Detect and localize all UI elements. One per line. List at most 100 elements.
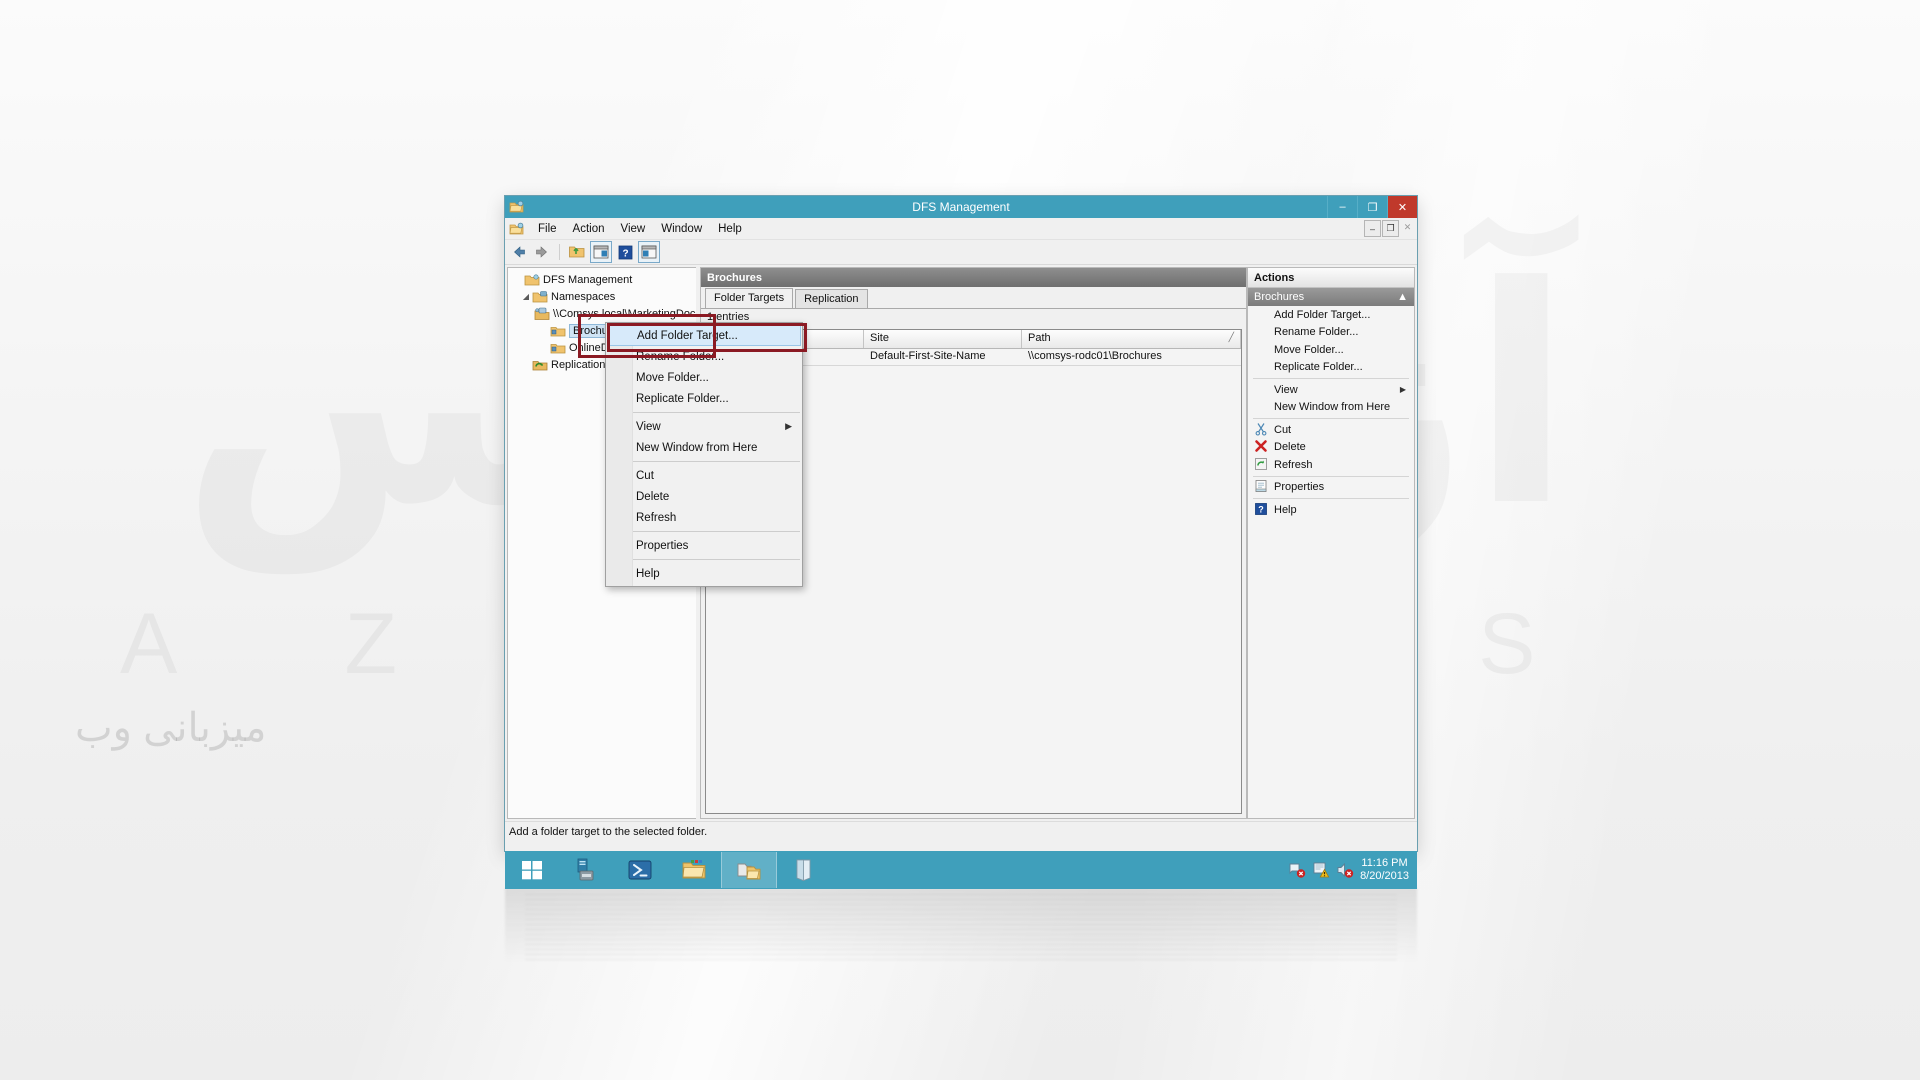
tree-node-label: Namespaces — [551, 290, 616, 303]
action-center-warning-icon[interactable] — [1312, 861, 1330, 879]
action-move-folder[interactable]: Move Folder... — [1248, 341, 1414, 359]
action-rename-folder[interactable]: Rename Folder... — [1248, 324, 1414, 342]
properties-icon — [1254, 479, 1270, 495]
context-menu-item-properties[interactable]: Properties — [606, 535, 802, 556]
toolbar: ? — [505, 240, 1417, 265]
start-button[interactable] — [505, 852, 559, 888]
context-menu-item-move-folder[interactable]: Move Folder... — [606, 367, 802, 388]
mdi-window-controls: – ❐ ✕ — [1364, 220, 1415, 237]
close-button[interactable]: ✕ — [1387, 196, 1417, 218]
context-menu-item-new-window-from-here[interactable]: New Window from Here — [606, 437, 802, 458]
actions-group-label: Brochures — [1254, 291, 1305, 303]
minimize-button[interactable]: – — [1327, 196, 1357, 218]
tree-node-dfs-management[interactable]: DFS Management — [510, 271, 696, 288]
up-folder-icon[interactable] — [567, 242, 587, 262]
file-explorer-icon[interactable] — [667, 852, 721, 888]
action-label: Properties — [1274, 481, 1325, 494]
svg-text:?: ? — [1258, 504, 1264, 514]
tree-node-label: Replication — [551, 358, 606, 371]
delete-icon — [1254, 439, 1270, 455]
notepad-icon[interactable] — [777, 852, 831, 888]
action-refresh[interactable]: Refresh — [1248, 456, 1414, 474]
namespace-icon — [534, 307, 550, 321]
context-menu-item-cut[interactable]: Cut — [606, 465, 802, 486]
context-menu-item-label: View — [636, 420, 661, 433]
forward-icon[interactable] — [532, 242, 552, 262]
dfs-management-icon[interactable] — [721, 852, 777, 888]
menubar: File Action View Window Help – ❐ ✕ — [505, 218, 1417, 240]
context-menu-separator — [608, 412, 800, 413]
clock-date: 8/20/2013 — [1360, 870, 1409, 882]
dfs-root-icon — [524, 273, 540, 287]
column-header-path[interactable]: Path ╱ — [1022, 330, 1241, 348]
namespaces-icon — [532, 290, 548, 304]
taskbar: 11:16 PM 8/20/2013 — [505, 851, 1417, 889]
folder-target-icon — [550, 341, 566, 355]
action-new-window-from-here[interactable]: New Window from Here — [1248, 399, 1414, 417]
show-hide-action-pane-icon[interactable] — [638, 241, 660, 263]
context-menu-item-label: Delete — [636, 490, 670, 503]
volume-muted-icon[interactable] — [1336, 861, 1354, 879]
chevron-up-icon[interactable]: ▲ — [1397, 291, 1408, 303]
sort-indicator-icon: ╱ — [1228, 332, 1234, 342]
menu-file[interactable]: File — [530, 221, 565, 237]
server-manager-icon[interactable] — [559, 852, 613, 888]
taskbar-clock[interactable]: 11:16 PM 8/20/2013 — [1360, 857, 1409, 883]
menubar-app-icon — [509, 221, 525, 237]
context-menu-item-delete[interactable]: Delete — [606, 486, 802, 507]
cut-icon — [1254, 422, 1270, 438]
screenshot-reflection — [505, 888, 1417, 974]
action-label: View — [1274, 383, 1298, 396]
back-icon[interactable] — [509, 242, 529, 262]
help-icon: ? — [1254, 502, 1270, 518]
mdi-close-button[interactable]: ✕ — [1400, 220, 1415, 235]
column-header-path-label: Path — [1028, 332, 1051, 344]
context-menu-item-refresh[interactable]: Refresh — [606, 507, 802, 528]
context-menu-item-label: Cut — [636, 469, 654, 482]
action-properties[interactable]: Properties — [1248, 479, 1414, 497]
action-label: Rename Folder... — [1274, 326, 1359, 339]
actions-separator — [1253, 498, 1409, 499]
tab-folder-targets[interactable]: Folder Targets — [705, 288, 794, 308]
menu-view[interactable]: View — [613, 221, 654, 237]
network-error-icon[interactable] — [1288, 861, 1306, 879]
toolbar-separator-1 — [559, 244, 560, 260]
action-delete[interactable]: Delete — [1248, 439, 1414, 457]
tree-node-namespaces[interactable]: ◢ Namespaces — [510, 288, 696, 305]
context-menu-item-label: Add Folder Target... — [637, 329, 738, 342]
action-cut[interactable]: Cut — [1248, 421, 1414, 439]
mdi-minimize-button[interactable]: – — [1364, 220, 1381, 237]
show-hide-tree-icon[interactable] — [590, 241, 612, 263]
actions-separator — [1253, 378, 1409, 379]
maximize-button[interactable]: ❐ — [1357, 196, 1387, 218]
action-add-folder-target[interactable]: Add Folder Target... — [1248, 306, 1414, 324]
tab-replication[interactable]: Replication — [795, 289, 868, 308]
help-icon[interactable]: ? — [615, 242, 635, 262]
menu-action[interactable]: Action — [565, 221, 613, 237]
column-header-site[interactable]: Site — [864, 330, 1022, 348]
context-menu-item-label: Move Folder... — [636, 371, 709, 384]
context-menu-item-replicate-folder[interactable]: Replicate Folder... — [606, 388, 802, 409]
powershell-icon[interactable] — [613, 852, 667, 888]
tree-node-namespace-marketingdocs[interactable]: \\Comsys.local\MarketingDocs — [510, 305, 696, 322]
actions-pane-title: Actions — [1248, 268, 1414, 288]
action-view[interactable]: View ▶ — [1248, 381, 1414, 399]
replication-icon — [532, 358, 548, 372]
menu-help[interactable]: Help — [710, 221, 750, 237]
mdi-restore-button[interactable]: ❐ — [1382, 220, 1399, 237]
action-help[interactable]: ? Help — [1248, 501, 1414, 519]
action-label: Help — [1274, 503, 1297, 516]
action-replicate-folder[interactable]: Replicate Folder... — [1248, 359, 1414, 377]
context-menu-separator — [608, 461, 800, 462]
context-menu-item-add-folder-target[interactable]: Add Folder Target... — [607, 325, 801, 346]
actions-group-header[interactable]: Brochures ▲ — [1248, 288, 1414, 306]
action-label: Refresh — [1274, 458, 1313, 471]
menu-window[interactable]: Window — [653, 221, 710, 237]
folder-target-icon — [550, 324, 566, 338]
cell-path: \\comsys-rodc01\Brochures — [1028, 350, 1162, 362]
context-menu-item-view[interactable]: View ▶ — [606, 416, 802, 437]
tree-twisty-expanded[interactable]: ◢ — [520, 292, 532, 301]
context-menu-item-rename-folder[interactable]: Rename Folder... — [606, 346, 802, 367]
context-menu-item-label: Replicate Folder... — [636, 392, 729, 405]
context-menu-item-help[interactable]: Help — [606, 563, 802, 584]
